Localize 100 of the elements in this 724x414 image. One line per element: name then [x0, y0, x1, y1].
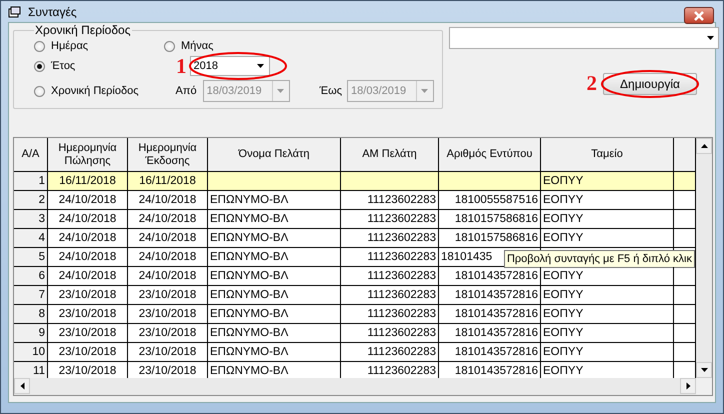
table-cell: ΕΟΠΥΥ: [541, 324, 674, 343]
table-cell: ΕΠΩΝΥΜΟ-ΒΛ: [208, 229, 341, 248]
scroll-up-arrow-icon: [700, 144, 708, 148]
dropdown-arrow-icon: [421, 89, 428, 93]
table-cell: 24/10/2018: [48, 267, 128, 286]
year-dropdown[interactable]: 2018: [190, 56, 270, 76]
table-cell: 1810143572816: [439, 286, 541, 305]
table-cell: 24/10/2018: [48, 248, 128, 267]
scroll-right-arrow-icon: [686, 382, 690, 390]
column-header: [674, 138, 696, 172]
row-number: 1: [14, 172, 48, 191]
table-cell: ΕΟΠΥΥ: [541, 267, 674, 286]
group-legend: Χρονική Περίοδος: [34, 23, 132, 37]
table-cell: 11123602283: [341, 267, 439, 286]
table-cell: 11123602283: [341, 248, 439, 267]
table-cell: 11123602283: [341, 286, 439, 305]
radio-option[interactable]: Μήνας: [164, 37, 214, 55]
table-cell: ΕΟΠΥΥ: [541, 343, 674, 362]
table-cell: 23/10/2018: [48, 324, 128, 343]
table-cell: ΕΠΩΝΥΜΟ-ΒΛ: [208, 191, 341, 210]
table-cell: 11123602283: [341, 191, 439, 210]
table-cell: 24/10/2018: [128, 248, 208, 267]
vertical-scrollbar[interactable]: [696, 138, 712, 378]
row-number: 10: [14, 343, 48, 362]
table-cell: 1810143572816: [439, 305, 541, 324]
table-cell: 11123602283: [341, 229, 439, 248]
create-button[interactable]: Δημιουργία: [603, 72, 697, 94]
dropdown-arrow-icon: [706, 36, 714, 40]
scrollbar-corner: [696, 378, 712, 395]
column-header[interactable]: Ημερομηνία Πώλησης: [48, 138, 128, 172]
row-number: 11: [14, 362, 48, 378]
table-cell: 23/10/2018: [128, 305, 208, 324]
window-title: Συνταγές: [28, 4, 77, 18]
table-cell: 11123602283: [341, 305, 439, 324]
table-cell: ΕΟΠΥΥ: [541, 191, 674, 210]
column-header[interactable]: Όνομα Πελάτη: [208, 138, 341, 172]
table-row[interactable]: 6 24/10/2018 24/10/2018 ΕΠΩΝΥΜΟ-ΒΛ 11123602283 1810143572816 ΕΟΠΥΥ: [14, 267, 696, 286]
to-label: Έως: [320, 85, 342, 97]
table-cell: 24/10/2018: [48, 191, 128, 210]
table-cell: ΕΠΩΝΥΜΟ-ΒΛ: [208, 305, 341, 324]
table-cell: 1810143572816: [439, 267, 541, 286]
table-row[interactable]: 4 24/10/2018 24/10/2018 ΕΠΩΝΥΜΟ-ΒΛ 11123602283 1810157586816 ΕΟΠΥΥ: [14, 229, 696, 248]
radio-option[interactable]: Έτος: [34, 55, 76, 77]
table-cell: 24/10/2018: [128, 267, 208, 286]
radio-option[interactable]: Χρονική Περίοδος: [34, 85, 139, 97]
table-cell: 23/10/2018: [48, 343, 128, 362]
table-cell: 16/11/2018: [128, 172, 208, 191]
table-row[interactable]: 5 24/10/2018 24/10/2018 ΕΠΩΝΥΜΟ-ΒΛ 11123602283 18101435 Προβολή συνταγής με F5 ή διπλό κλικ: [14, 248, 696, 267]
table-cell: 24/10/2018: [128, 210, 208, 229]
row-number: 4: [14, 229, 48, 248]
table-cell: ΕΟΠΥΥ: [541, 172, 674, 191]
scroll-down-arrow-icon: [700, 368, 708, 372]
table-cell: 23/10/2018: [48, 286, 128, 305]
close-button[interactable]: [684, 7, 714, 24]
dropdown-arrow-icon: [277, 89, 284, 93]
table-row[interactable]: 1 16/11/2018 16/11/2018 ΕΟΠΥΥ: [14, 172, 696, 191]
table-cell: ΕΠΩΝΥΜΟ-ΒΛ: [208, 324, 341, 343]
table-cell: 23/10/2018: [128, 324, 208, 343]
row-number: 3: [14, 210, 48, 229]
table-row[interactable]: 9 23/10/2018 23/10/2018 ΕΠΩΝΥΜΟ-ΒΛ 11123602283 1810143572816 ΕΟΠΥΥ: [14, 324, 696, 343]
annotation-number: 2: [586, 71, 597, 96]
table-cell: 24/10/2018: [48, 210, 128, 229]
table-cell: ΕΠΩΝΥΜΟ-ΒΛ: [208, 248, 341, 267]
scroll-left-arrow-icon: [20, 382, 24, 390]
horizontal-scrollbar[interactable]: [14, 378, 712, 395]
tooltip: Προβολή συνταγής με F5 ή διπλό κλικ: [504, 250, 695, 268]
dropdown-arrow-icon: [257, 64, 264, 68]
table-cell: ΕΟΠΥΥ: [541, 210, 674, 229]
table-row[interactable]: 8 23/10/2018 23/10/2018 ΕΠΩΝΥΜΟ-ΒΛ 11123602283 1810143572816 ΕΟΠΥΥ: [14, 305, 696, 324]
table-cell: 24/10/2018: [128, 229, 208, 248]
table-cell: 1810055587516: [439, 191, 541, 210]
radio-option[interactable]: Ημέρας: [34, 37, 88, 55]
column-header[interactable]: Ταμείο: [541, 138, 674, 172]
window-app-icon: [8, 6, 22, 18]
column-header[interactable]: Α/Α: [14, 138, 48, 172]
table-row[interactable]: 3 24/10/2018 24/10/2018 ΕΠΩΝΥΜΟ-ΒΛ 11123602283 1810157586816 ΕΟΠΥΥ: [14, 210, 696, 229]
table-cell: ΕΠΩΝΥΜΟ-ΒΛ: [208, 267, 341, 286]
table-cell: ΕΠΩΝΥΜΟ-ΒΛ: [208, 210, 341, 229]
table-cell: 1810143572816: [439, 324, 541, 343]
table-cell: 1810157586816: [439, 229, 541, 248]
row-number: 8: [14, 305, 48, 324]
table-cell: 16/11/2018: [48, 172, 128, 191]
table-row[interactable]: 10 23/10/2018 23/10/2018 ΕΠΩΝΥΜΟ-ΒΛ 11123602283 1810143572816 ΕΟΠΥΥ: [14, 343, 696, 362]
row-number: 7: [14, 286, 48, 305]
table-row[interactable]: 2 24/10/2018 24/10/2018 ΕΠΩΝΥΜΟ-ΒΛ 11123602283 1810055587516 ΕΟΠΥΥ: [14, 191, 696, 210]
column-header[interactable]: Αριθμός Εντύπου: [439, 138, 541, 172]
table-cell: ΕΟΠΥΥ: [541, 286, 674, 305]
row-number: 5: [14, 248, 48, 267]
from-label: Από: [176, 85, 197, 97]
annotation-number: 1: [176, 54, 186, 78]
row-number: 6: [14, 267, 48, 286]
table-cell: 23/10/2018: [128, 286, 208, 305]
table-row[interactable]: 7 23/10/2018 23/10/2018 ΕΠΩΝΥΜΟ-ΒΛ 11123602283 1810143572816 ΕΟΠΥΥ: [14, 286, 696, 305]
close-icon: [692, 10, 706, 20]
table-cell: 24/10/2018: [128, 191, 208, 210]
column-header[interactable]: ΑΜ Πελάτη: [341, 138, 439, 172]
table-cell: ΕΟΠΥΥ: [541, 229, 674, 248]
row-number: 9: [14, 324, 48, 343]
column-header[interactable]: Ημερομηνία Έκδοσης: [128, 138, 208, 172]
table-cell: 1810157586816: [439, 210, 541, 229]
